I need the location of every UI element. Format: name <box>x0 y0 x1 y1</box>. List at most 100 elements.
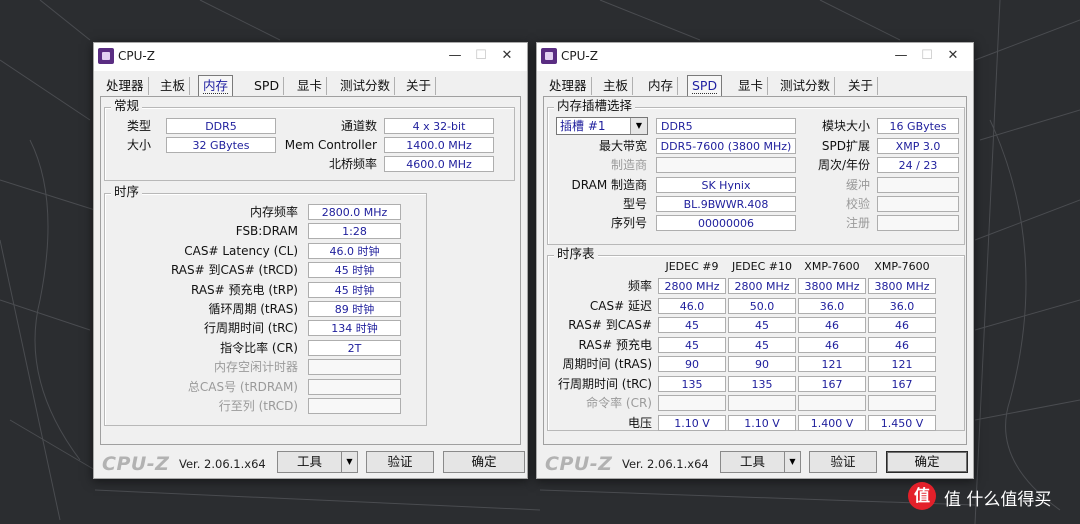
timing-row-label: RAS# 预充电 <box>578 337 652 352</box>
registered-label: 注册 <box>845 216 870 230</box>
minimize-icon[interactable]: — <box>445 47 465 65</box>
timing-cell: 2800 MHz <box>658 278 726 294</box>
general-legend: 常规 <box>111 98 143 114</box>
timing-label: FSB:DRAM <box>235 224 298 239</box>
validate-button[interactable]: 验证 <box>366 451 434 473</box>
timing-column-header: XMP-7600 <box>874 260 930 273</box>
timing-cell: 36.0 <box>798 297 866 314</box>
timing-cell: 3800 MHz <box>868 278 936 294</box>
channels-value: 4 x 32-bit <box>384 118 494 134</box>
tab-mainboard[interactable]: 主板 <box>156 77 191 95</box>
timings-group: 时序 内存频率 2800.0 MHz FSB:DRAM 1:28 CAS# Latenc… <box>104 184 427 426</box>
mem-controller-value: 1400.0 MHz <box>384 137 494 153</box>
timing-value <box>308 378 401 395</box>
timing-table-group: 时序表 JEDEC #9 JEDEC #10 XMP-7600 XMP-7600 频率 2… <box>547 246 965 431</box>
timing-table-legend: 时序表 <box>554 246 598 262</box>
timing-cell: 121 <box>868 356 936 372</box>
timing-cell: 45 <box>728 317 796 333</box>
timing-cell: 3800 MHz <box>798 278 866 294</box>
tab-cpu[interactable]: 处理器 <box>102 77 149 95</box>
timing-label: RAS# 到CAS# (tRCD) <box>170 263 298 278</box>
module-size-label: 模块大小 <box>821 119 870 133</box>
timing-cell: 1.400 V <box>798 414 866 431</box>
tab-cpu[interactable]: 处理器 <box>545 77 592 95</box>
title-bar[interactable]: CPU-Z — ☐ ✕ <box>94 43 527 71</box>
timing-cell: 2800 MHz <box>728 278 796 294</box>
tools-button[interactable]: 工具 <box>720 451 785 473</box>
timing-cell: 1.450 V <box>868 414 936 431</box>
tab-bar: 处理器 主板 内存 SPD 显卡 测试分数 关于 <box>100 75 521 97</box>
timing-cell: 1.10 V <box>658 414 726 431</box>
type-label: 类型 <box>126 119 151 133</box>
slot-dropdown-value: 插槽 #1 <box>560 119 606 133</box>
timing-value: 134 时钟 <box>308 320 401 337</box>
timing-label: RAS# 预充电 (tRP) <box>190 282 298 297</box>
timing-cell: 46.0 <box>658 297 726 314</box>
correction-value <box>877 196 959 212</box>
tools-button[interactable]: 工具 <box>277 451 342 473</box>
tools-dropdown-icon[interactable]: ▼ <box>341 451 358 473</box>
watermark-logo: 值 值 什么值得买 <box>908 482 1080 512</box>
size-label: 大小 <box>126 138 151 152</box>
close-icon[interactable]: ✕ <box>943 47 963 65</box>
dram-manufacturer-label: DRAM 制造商 <box>571 178 647 192</box>
tab-graphics[interactable]: 显卡 <box>734 77 769 95</box>
close-icon[interactable]: ✕ <box>497 47 517 65</box>
timing-label: 循环周期 (tRAS) <box>208 302 298 316</box>
validate-button[interactable]: 验证 <box>809 451 877 473</box>
mem-controller-label: Mem Controller <box>284 138 377 152</box>
ok-button[interactable]: 确定 <box>886 451 968 473</box>
tab-content: 内存插槽选择 插槽 #1 ▼ DDR5 最大带宽 DDR5-7600 (3800… <box>543 96 967 445</box>
tab-spd[interactable]: SPD <box>687 75 723 96</box>
tab-about[interactable]: 关于 <box>844 77 879 95</box>
timing-row-label: 电压 <box>627 415 652 430</box>
timing-row-label: CAS# 延迟 <box>589 298 652 313</box>
tab-memory[interactable]: 内存 <box>198 75 234 96</box>
window-title: CPU-Z <box>118 49 155 63</box>
timing-value <box>308 398 401 414</box>
dram-manufacturer-value: SK Hynix <box>656 177 796 193</box>
channels-label: 通道数 <box>340 119 377 133</box>
northbridge-value: 4600.0 MHz <box>384 156 494 172</box>
slot-dropdown[interactable]: 插槽 #1 ▼ <box>556 117 648 135</box>
bottom-bar: CPU-Z Ver. 2.06.1.x64 工具 ▼ 验证 确定 <box>94 447 527 478</box>
tab-spd[interactable]: SPD <box>250 77 285 95</box>
timing-row-label: 行周期时间 (tRC) <box>557 376 652 391</box>
version-text: Ver. 2.06.1.x64 <box>622 457 709 471</box>
cpuz-window-memory: CPU-Z — ☐ ✕ 处理器 主板 内存 SPD 显卡 测试分数 关于 常规 … <box>93 42 528 479</box>
tab-about[interactable]: 关于 <box>402 77 437 95</box>
manufacturer-label: 制造商 <box>610 158 647 172</box>
timing-cell: 50.0 <box>728 297 796 314</box>
timing-label: 行至列 (tRCD) <box>218 399 298 413</box>
tab-memory[interactable]: 内存 <box>644 77 679 95</box>
timing-label: CAS# Latency (CL) <box>184 243 298 258</box>
timing-row-label: RAS# 到CAS# <box>568 318 652 332</box>
chevron-down-icon[interactable]: ▼ <box>630 118 647 134</box>
minimize-icon[interactable]: — <box>891 47 911 65</box>
timing-cell: 46 <box>868 317 936 333</box>
timing-column-header: XMP-7600 <box>804 260 860 273</box>
part-number-label: 型号 <box>622 197 647 211</box>
timing-cell: 135 <box>658 375 726 392</box>
timing-value: 2T <box>308 339 401 356</box>
timing-cell: 90 <box>728 356 796 372</box>
tools-dropdown-icon[interactable]: ▼ <box>784 451 801 473</box>
watermark-badge-icon: 值 <box>908 482 936 510</box>
buffered-value <box>877 177 959 193</box>
tab-bench[interactable]: 测试分数 <box>776 77 836 95</box>
registered-value <box>877 215 959 231</box>
timing-label: 指令比率 (CR) <box>220 340 298 355</box>
tab-graphics[interactable]: 显卡 <box>293 77 328 95</box>
timing-cell: 1.10 V <box>728 414 796 431</box>
tab-bench[interactable]: 测试分数 <box>336 77 396 95</box>
tab-mainboard[interactable]: 主板 <box>599 77 634 95</box>
timing-column-header: JEDEC #9 <box>665 260 719 273</box>
timing-cell: 46 <box>798 317 866 333</box>
part-number-value: BL.9BWWR.408 <box>656 196 796 212</box>
title-bar[interactable]: CPU-Z — ☐ ✕ <box>537 43 973 71</box>
timing-value: 89 时钟 <box>308 301 401 317</box>
buffered-label: 缓冲 <box>845 178 870 192</box>
ok-button[interactable]: 确定 <box>443 451 525 473</box>
general-group: 常规 类型 DDR5 大小 32 GBytes 通道数 4 x 32-bit M… <box>104 98 515 181</box>
timing-cell: 45 <box>658 317 726 333</box>
